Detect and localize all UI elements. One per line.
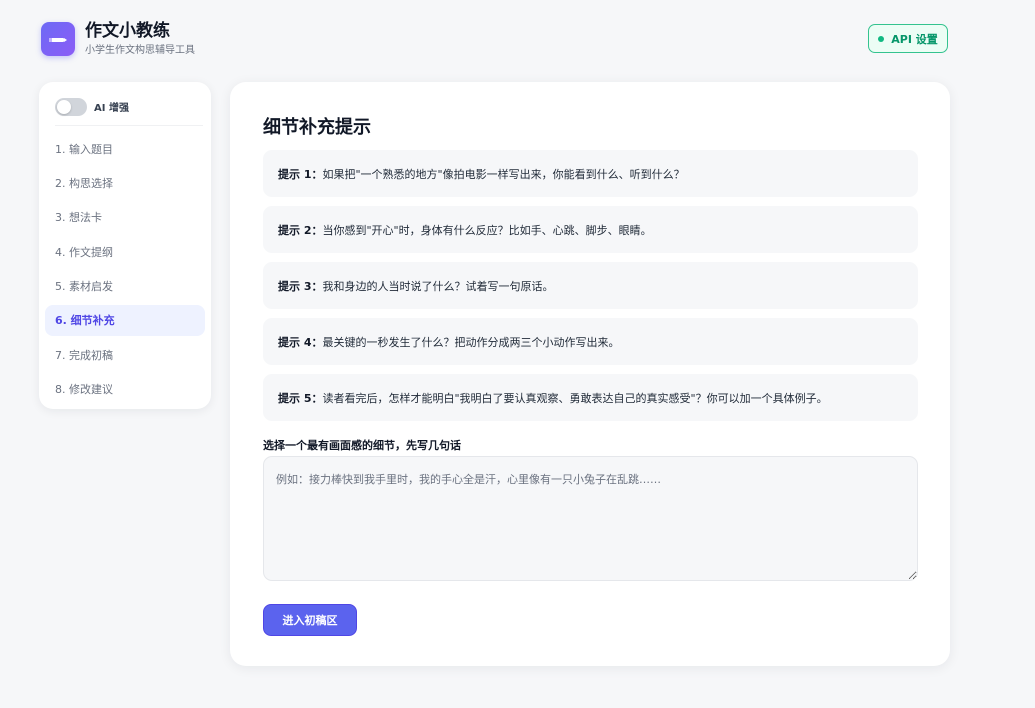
detail-textarea[interactable]	[263, 456, 918, 581]
main-panel: 细节补充提示 提示 1： 如果把"一个熟悉的地方"像拍电影一样写出来，你能看到什…	[230, 82, 950, 666]
hint-text: 如果把"一个熟悉的地方"像拍电影一样写出来，你能看到什么、听到什么？	[322, 167, 685, 181]
hint-text: 最关键的一秒发生了什么？把动作分成两三个小动作写出来。	[322, 335, 620, 349]
hint-label: 提示 1：	[278, 167, 323, 181]
ai-enhance-toggle[interactable]	[55, 97, 87, 116]
hint-text: 读者看完后，怎样才能明白"我明白了要认真观察、勇敢表达自己的真实感受"？你可以加…	[322, 391, 828, 405]
hint-card: 提示 5： 读者看完后，怎样才能明白"我明白了要认真观察、勇敢表达自己的真实感受…	[263, 374, 918, 421]
page-title: 细节补充提示	[263, 117, 371, 138]
hint-card: 提示 1： 如果把"一个熟悉的地方"像拍电影一样写出来，你能看到什么、听到什么？	[263, 150, 918, 197]
app-logo	[41, 22, 75, 56]
step-nav: 1. 输入题目 2. 构思选择 3. 想法卡 4. 作文提纲 5. 素材启发 6…	[45, 133, 205, 408]
hint-card: 提示 4： 最关键的一秒发生了什么？把动作分成两三个小动作写出来。	[263, 318, 918, 365]
hint-label: 提示 4：	[278, 335, 323, 349]
ai-toggle-row: AI 增强	[55, 96, 203, 126]
sidebar-item-outline[interactable]: 4. 作文提纲	[45, 236, 205, 267]
sidebar-item-material[interactable]: 5. 素材启发	[45, 271, 205, 302]
api-settings-button[interactable]: API 设置	[868, 24, 948, 53]
hint-text: 当你感到"开心"时，身体有什么反应？比如手、心跳、脚步、眼睛。	[322, 223, 652, 237]
hint-label: 提示 5：	[278, 391, 323, 405]
sidebar-item-idea-choice[interactable]: 2. 构思选择	[45, 167, 205, 198]
go-to-draft-button[interactable]: 进入初稿区	[263, 604, 357, 636]
sidebar-item-idea-cards[interactable]: 3. 想法卡	[45, 202, 205, 233]
app-header: 作文小教练 小学生作文构思辅导工具	[41, 20, 195, 58]
hint-list: 提示 1： 如果把"一个熟悉的地方"像拍电影一样写出来，你能看到什么、听到什么？…	[263, 150, 918, 430]
hint-label: 提示 2：	[278, 223, 323, 237]
sidebar-item-revision[interactable]: 8. 修改建议	[45, 374, 205, 405]
ai-toggle-label: AI 增强	[94, 103, 129, 114]
status-dot-icon	[878, 35, 885, 42]
sidebar: AI 增强 1. 输入题目 2. 构思选择 3. 想法卡 4. 作文提纲 5. …	[39, 82, 211, 409]
toggle-knob	[57, 99, 71, 114]
app-title: 作文小教练	[85, 21, 170, 41]
sidebar-item-input-topic[interactable]: 1. 输入题目	[45, 133, 205, 164]
detail-field-label: 选择一个最有画面感的细节，先写几句话	[263, 439, 461, 452]
app-subtitle: 小学生作文构思辅导工具	[85, 45, 195, 56]
sidebar-item-draft[interactable]: 7. 完成初稿	[45, 339, 205, 370]
pencil-icon	[48, 30, 68, 49]
hint-card: 提示 3： 我和身边的人当时说了什么？试着写一句原话。	[263, 262, 918, 309]
sidebar-item-details[interactable]: 6. 细节补充	[45, 304, 205, 336]
hint-card: 提示 2： 当你感到"开心"时，身体有什么反应？比如手、心跳、脚步、眼睛。	[263, 206, 918, 253]
hint-text: 我和身边的人当时说了什么？试着写一句原话。	[322, 279, 554, 293]
hint-label: 提示 3：	[278, 279, 323, 293]
api-settings-label: API 设置	[891, 32, 938, 46]
